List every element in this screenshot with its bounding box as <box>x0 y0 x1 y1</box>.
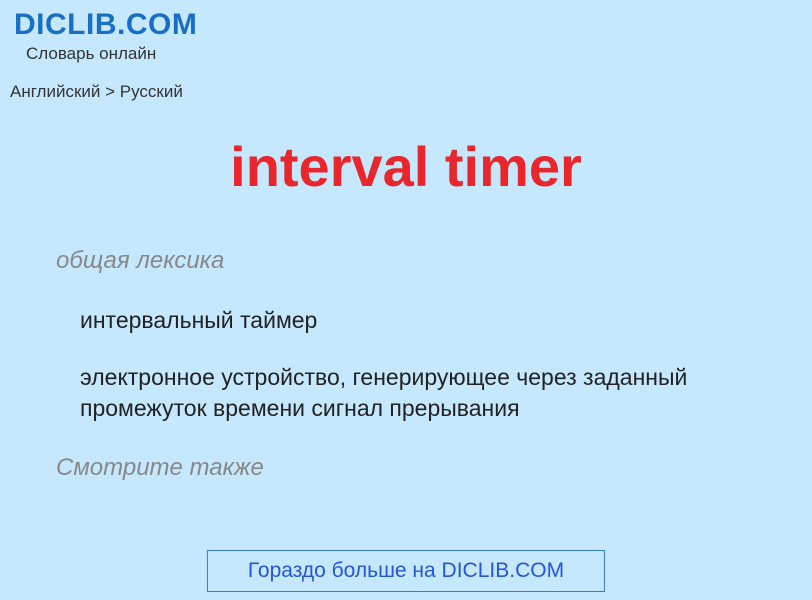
site-title[interactable]: DICLIB.COM <box>14 8 798 42</box>
definition-item: электронное устройство, генерирующее чер… <box>56 362 752 424</box>
see-also-label: Смотрите также <box>56 454 752 482</box>
cta-box[interactable]: Гораздо больше на DICLIB.COM <box>207 550 605 592</box>
definition-item: интервальный таймер <box>56 305 752 336</box>
site-subtitle: Словарь онлайн <box>14 42 798 64</box>
entry-content: общая лексика интервальный таймер электр… <box>0 247 812 482</box>
breadcrumb[interactable]: Английский > Русский <box>0 68 812 108</box>
cta-link[interactable]: Гораздо больше на DICLIB.COM <box>248 559 564 582</box>
category-label: общая лексика <box>56 247 752 275</box>
header: DICLIB.COM Словарь онлайн <box>0 0 812 68</box>
entry-term: interval timer <box>0 108 812 247</box>
